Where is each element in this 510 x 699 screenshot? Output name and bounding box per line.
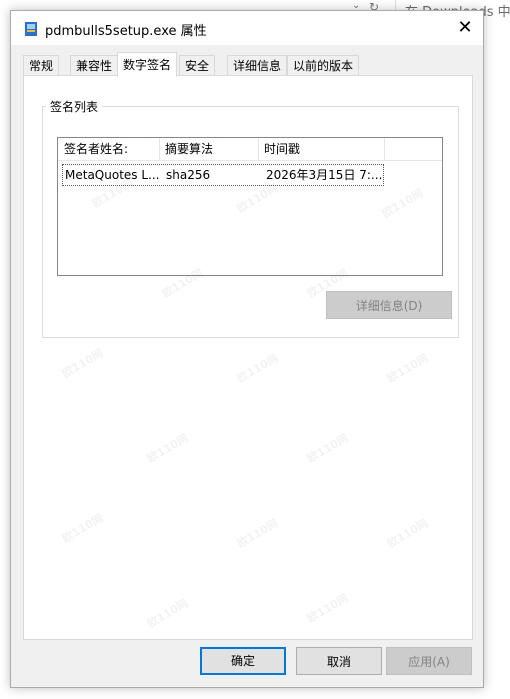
close-icon[interactable]: ✕	[455, 18, 475, 38]
cancel-button[interactable]: 取消	[296, 647, 382, 675]
cell-algorithm: sha256	[166, 168, 211, 182]
cell-timestamp: 2026年3月15日 7:...	[266, 168, 382, 182]
tab-compatibility[interactable]: 兼容性	[70, 55, 119, 76]
tab-details[interactable]: 详细信息	[227, 55, 288, 76]
title-bar[interactable]: pdmbulls5setup.exe 属性 ✕	[11, 11, 483, 45]
signature-list-legend: 签名列表	[46, 98, 103, 115]
cell-signer: MetaQuotes L...	[65, 168, 159, 182]
ok-button[interactable]: 确定	[200, 647, 286, 675]
tab-previous-versions[interactable]: 以前的版本	[287, 55, 360, 76]
window-title: pdmbulls5setup.exe 属性	[45, 24, 207, 39]
apply-button[interactable]: 应用(A)	[386, 647, 472, 675]
column-header-timestamp[interactable]: 时间戳	[258, 138, 384, 160]
tab-digital-signatures[interactable]: 数字签名	[117, 52, 178, 77]
column-header-signer[interactable]: 签名者姓名:	[58, 138, 160, 160]
details-button[interactable]: 详细信息(D)	[326, 291, 452, 319]
properties-dialog: pdmbulls5setup.exe 属性 ✕ 常规 兼容性 数字签名 安全 详…	[10, 10, 484, 688]
app-icon	[25, 22, 37, 36]
list-header: 签名者姓名: 摘要算法 时间戳	[58, 138, 442, 161]
column-divider[interactable]	[384, 138, 385, 160]
tab-general[interactable]: 常规	[23, 55, 60, 76]
signature-list[interactable]: 签名者姓名: 摘要算法 时间戳 MetaQuotes L... sha256 2…	[57, 137, 443, 276]
tab-page-digital-signatures: 签名列表 签名者姓名: 摘要算法 时间戳 MetaQuotes L... sha…	[23, 75, 473, 640]
column-header-algorithm[interactable]: 摘要算法	[159, 138, 257, 160]
tab-security[interactable]: 安全	[179, 55, 216, 76]
table-row[interactable]: MetaQuotes L... sha256 2026年3月15日 7:...	[62, 164, 384, 186]
